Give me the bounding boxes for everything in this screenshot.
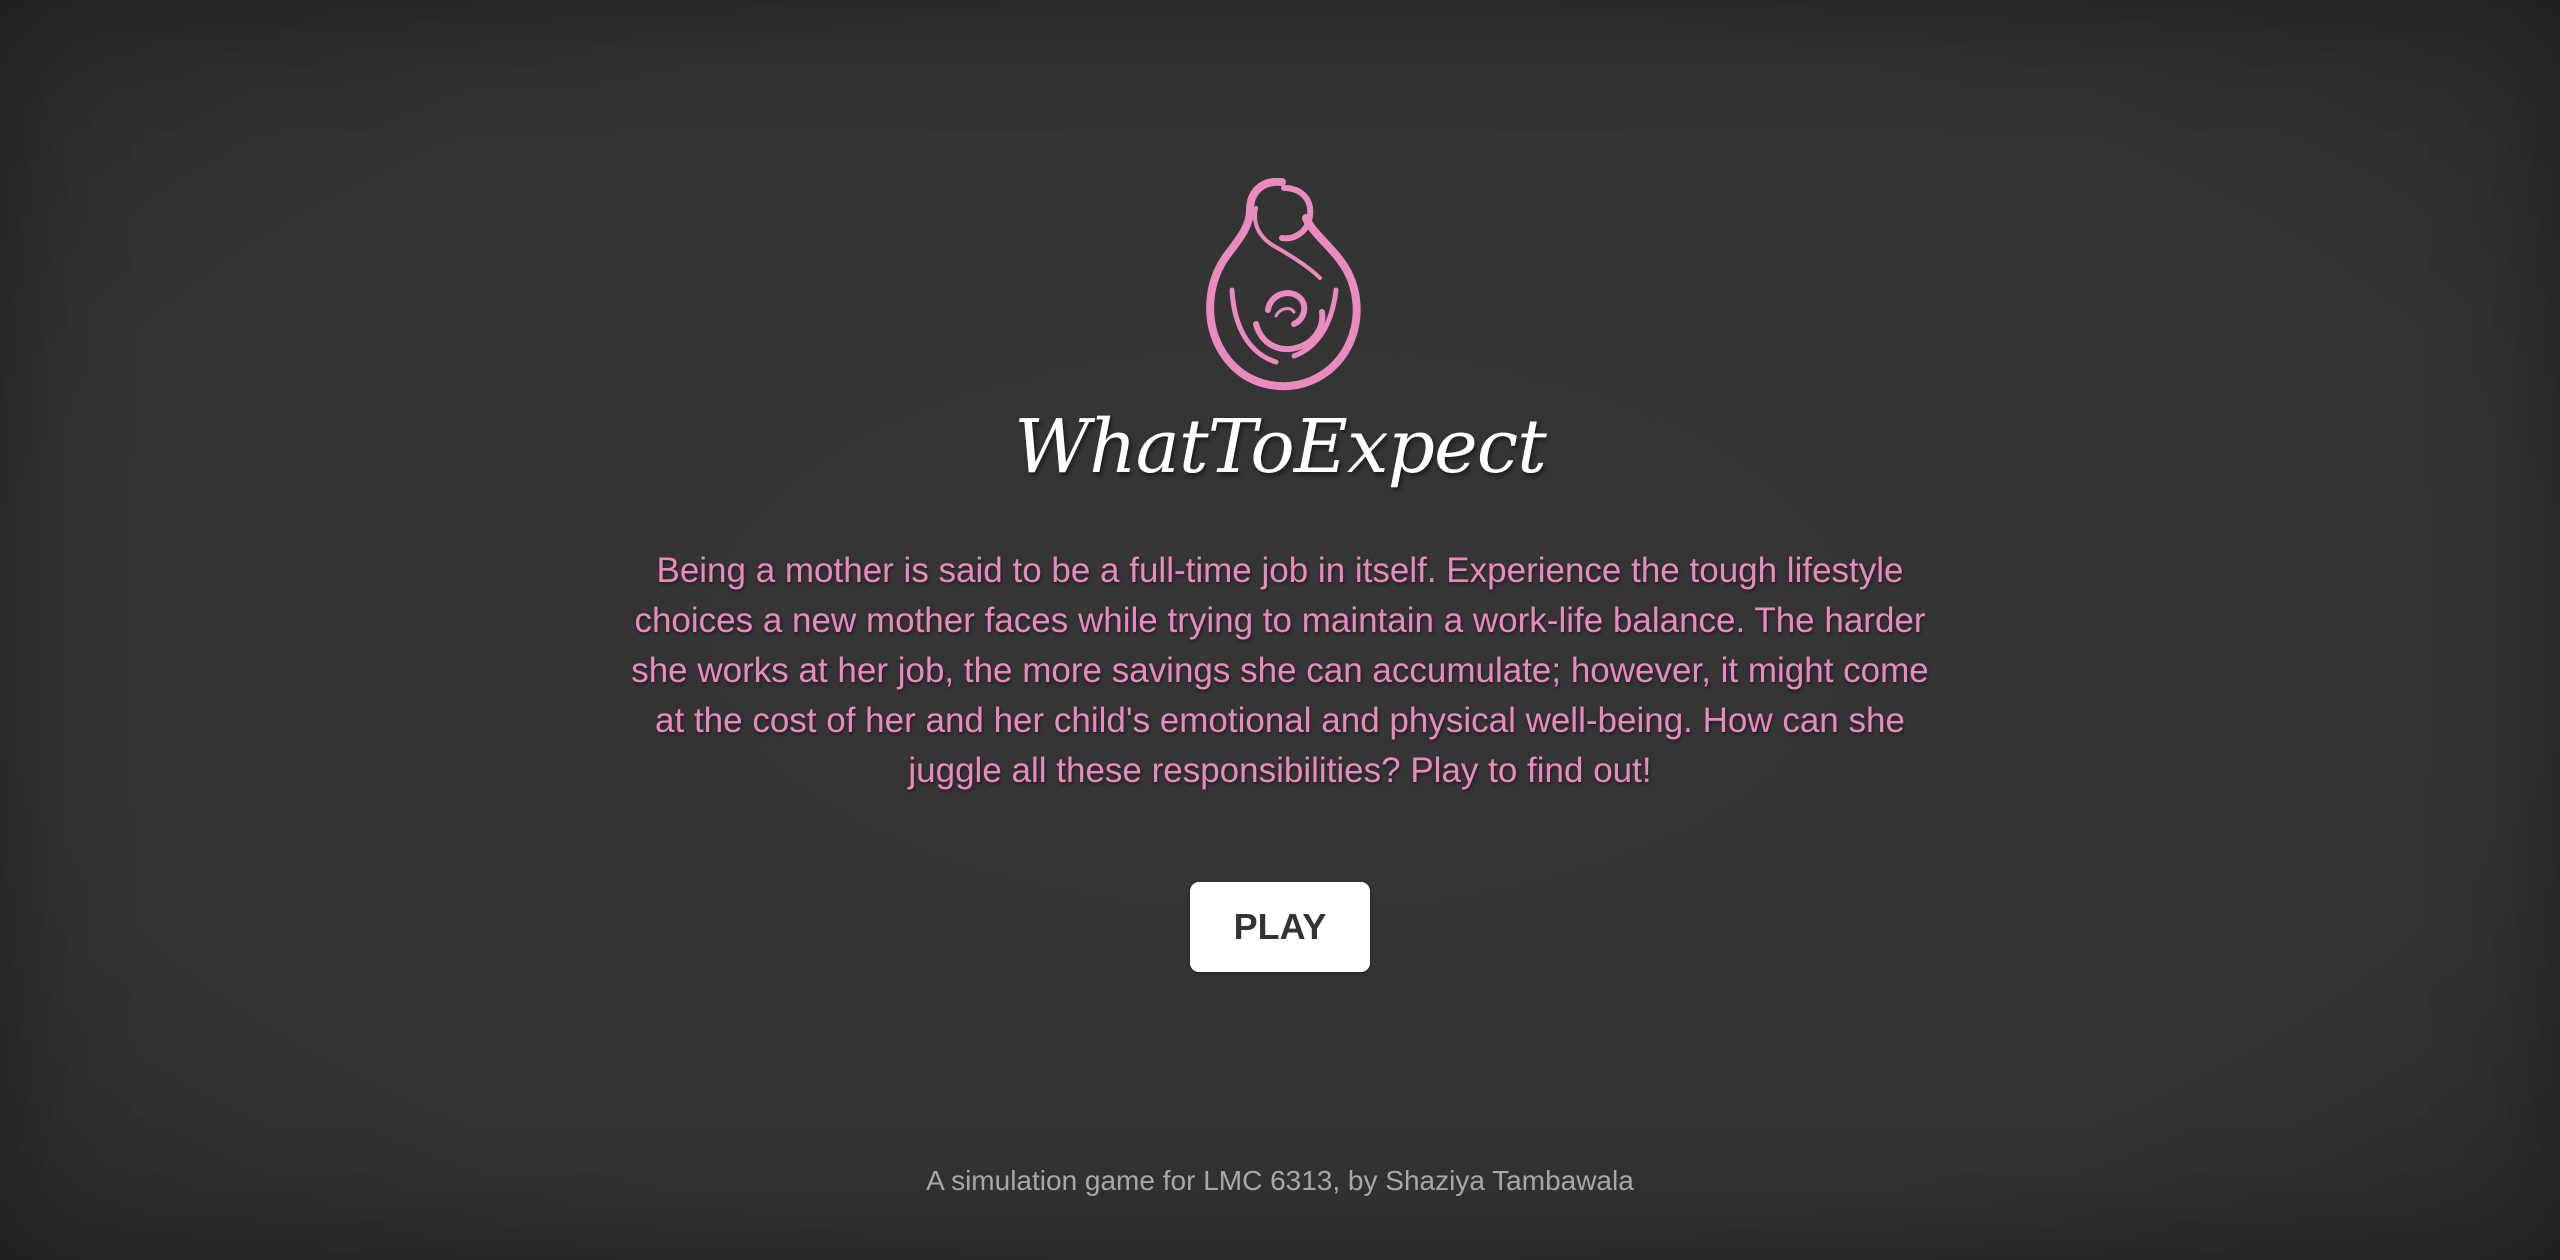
game-description: Being a mother is said to be a full-time… <box>631 551 1929 790</box>
game-title: WhatToExpect <box>1014 404 1547 490</box>
intro-screen: WhatToExpect Being a mother is said to b… <box>0 0 2560 972</box>
play-button[interactable]: PLAY <box>1190 882 1370 972</box>
mother-holding-baby-icon <box>1206 178 1361 391</box>
footer-credit: A simulation game for LMC 6313, by Shazi… <box>926 1165 1634 1196</box>
